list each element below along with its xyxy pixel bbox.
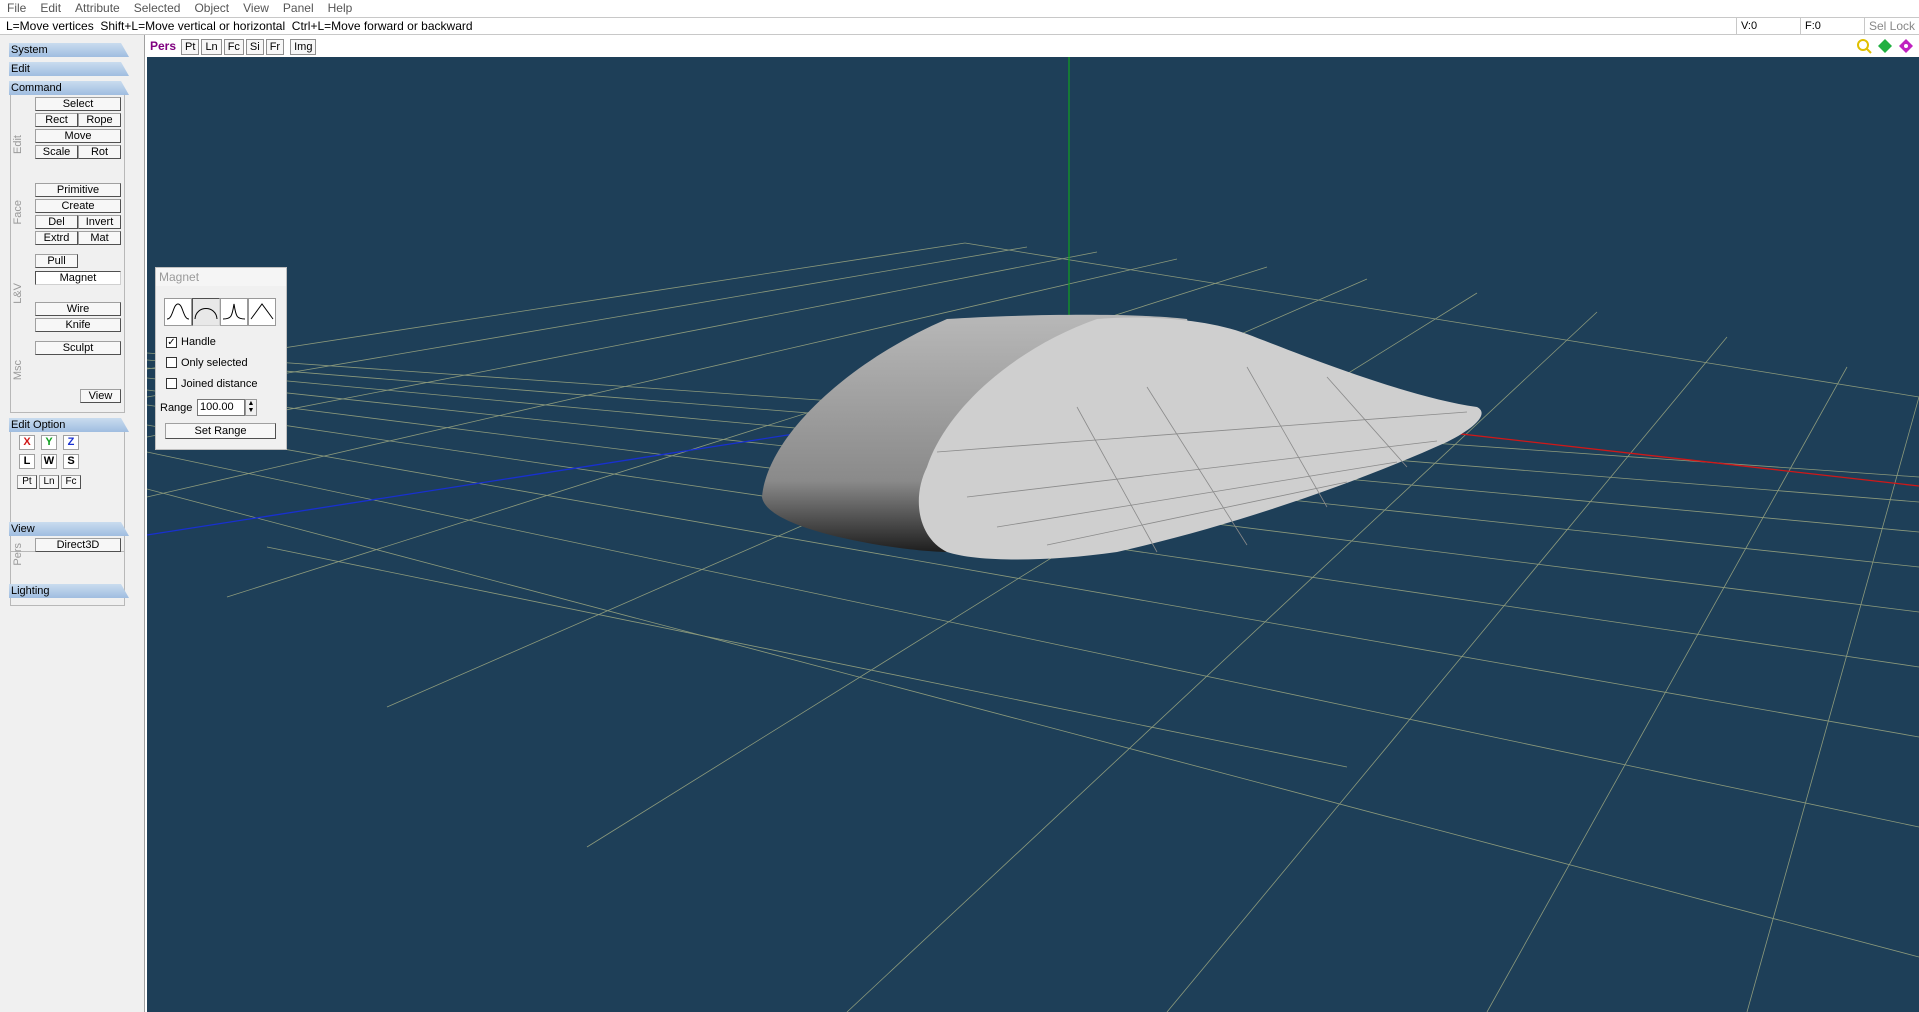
falloff-dome-button[interactable] <box>192 298 220 326</box>
range-label: Range <box>160 402 193 414</box>
msc-group-label: Msc <box>12 360 24 381</box>
pull-button[interactable]: Pull <box>35 254 78 268</box>
point-toggle[interactable]: Pt <box>17 475 37 489</box>
axis-y-toggle[interactable]: Y <box>41 435 57 450</box>
section-system[interactable]: System <box>9 43 129 57</box>
lv-group-label: L&V <box>12 283 24 304</box>
axis-z-toggle[interactable]: Z <box>63 435 79 450</box>
magnet-button[interactable]: Magnet <box>35 271 121 285</box>
section-edit-option[interactable]: Edit Option <box>9 418 129 432</box>
menu-attribute[interactable]: Attribute <box>68 0 127 17</box>
view-toolbar <box>147 35 1919 57</box>
menu-file[interactable]: File <box>0 0 33 17</box>
handle-label: Handle <box>181 336 216 348</box>
joined-distance-checkbox[interactable] <box>166 378 177 389</box>
menu-view[interactable]: View <box>236 0 276 17</box>
handle-checkbox[interactable]: ✓ <box>166 337 177 348</box>
screen-toggle[interactable]: S <box>63 454 79 469</box>
invert-button[interactable]: Invert <box>78 215 121 229</box>
section-command[interactable]: Command <box>9 81 129 95</box>
magnet-dialog-title: Magnet <box>156 268 286 286</box>
sel-lock-button[interactable]: Sel Lock <box>1864 18 1919 34</box>
face-count: F:0 <box>1800 18 1864 34</box>
delete-button[interactable]: Del <box>35 215 78 229</box>
falloff-linear-button[interactable] <box>248 298 276 326</box>
falloff-sharp-button[interactable] <box>220 298 248 326</box>
material-button[interactable]: Mat <box>78 231 121 245</box>
view-mode-tabs: Pers Pt Ln Fc Si Fr Img <box>147 37 318 57</box>
face-group-label: Face <box>12 200 24 225</box>
tab-front[interactable]: Fr <box>265 39 285 55</box>
local-toggle[interactable]: L <box>19 454 35 469</box>
joined-distance-label: Joined distance <box>181 378 258 390</box>
tab-line[interactable]: Ln <box>201 39 222 55</box>
command-panel: System Edit Command Edit Select Rect Rop… <box>0 35 145 1012</box>
edit-group-label: Edit <box>12 135 24 154</box>
menu-bar: File Edit Attribute Selected Object View… <box>0 0 1919 17</box>
3d-viewport[interactable] <box>147 57 1919 1012</box>
range-spinner[interactable]: ▲ ▼ <box>245 399 257 416</box>
create-button[interactable]: Create <box>35 199 121 213</box>
only-selected-label: Only selected <box>181 357 248 369</box>
menu-object[interactable]: Object <box>187 0 236 17</box>
rope-button[interactable]: Rope <box>78 113 121 127</box>
viewport-nav-icons <box>1857 39 1913 54</box>
menu-selected[interactable]: Selected <box>127 0 188 17</box>
menu-help[interactable]: Help <box>321 0 360 17</box>
range-input[interactable]: 100.00 <box>197 399 245 416</box>
magnet-dialog: Magnet ✓ Handle Only selected Joined dis… <box>155 267 287 450</box>
section-view[interactable]: View <box>9 522 129 536</box>
viewport-scene[interactable] <box>147 57 1919 1012</box>
mesh-object[interactable] <box>762 314 1482 560</box>
rect-button[interactable]: Rect <box>35 113 78 127</box>
tab-point[interactable]: Pt <box>181 39 200 55</box>
pers-group-label: Pers <box>12 543 24 566</box>
zoom-icon[interactable] <box>1857 39 1872 54</box>
falloff-smooth-button[interactable] <box>164 298 192 326</box>
face-toggle[interactable]: Fc <box>61 475 81 489</box>
wire-button[interactable]: Wire <box>35 302 121 316</box>
set-range-button[interactable]: Set Range <box>165 423 276 439</box>
rot-button[interactable]: Rot <box>78 145 121 159</box>
direct3d-button[interactable]: Direct3D <box>35 538 121 552</box>
status-bar: L=Move vertices Shift+L=Move vertical or… <box>0 17 1919 35</box>
section-edit[interactable]: Edit <box>9 62 129 76</box>
move-view-icon[interactable] <box>1878 39 1892 53</box>
menu-panel[interactable]: Panel <box>276 0 321 17</box>
tab-perspective[interactable]: Pers <box>147 39 179 55</box>
primitive-button[interactable]: Primitive <box>35 183 121 197</box>
extrude-button[interactable]: Extrd <box>35 231 78 245</box>
only-selected-checkbox[interactable] <box>166 357 177 368</box>
vertex-count: V:0 <box>1736 18 1800 34</box>
rotate-view-icon[interactable] <box>1899 39 1913 53</box>
world-toggle[interactable]: W <box>41 454 57 469</box>
view-button[interactable]: View <box>80 389 121 403</box>
select-button[interactable]: Select <box>35 97 121 111</box>
menu-edit[interactable]: Edit <box>33 0 68 17</box>
axis-x-toggle[interactable]: X <box>19 435 35 450</box>
tab-face[interactable]: Fc <box>223 39 244 55</box>
tab-silhouette[interactable]: Si <box>245 39 264 55</box>
line-toggle[interactable]: Ln <box>39 475 59 489</box>
status-hint: L=Move vertices Shift+L=Move vertical or… <box>6 19 473 33</box>
scale-button[interactable]: Scale <box>35 145 78 159</box>
move-button[interactable]: Move <box>35 129 121 143</box>
sculpt-button[interactable]: Sculpt <box>35 341 121 355</box>
section-lighting[interactable]: Lighting <box>9 584 129 598</box>
knife-button[interactable]: Knife <box>35 318 121 332</box>
tab-image[interactable]: Img <box>290 39 317 55</box>
